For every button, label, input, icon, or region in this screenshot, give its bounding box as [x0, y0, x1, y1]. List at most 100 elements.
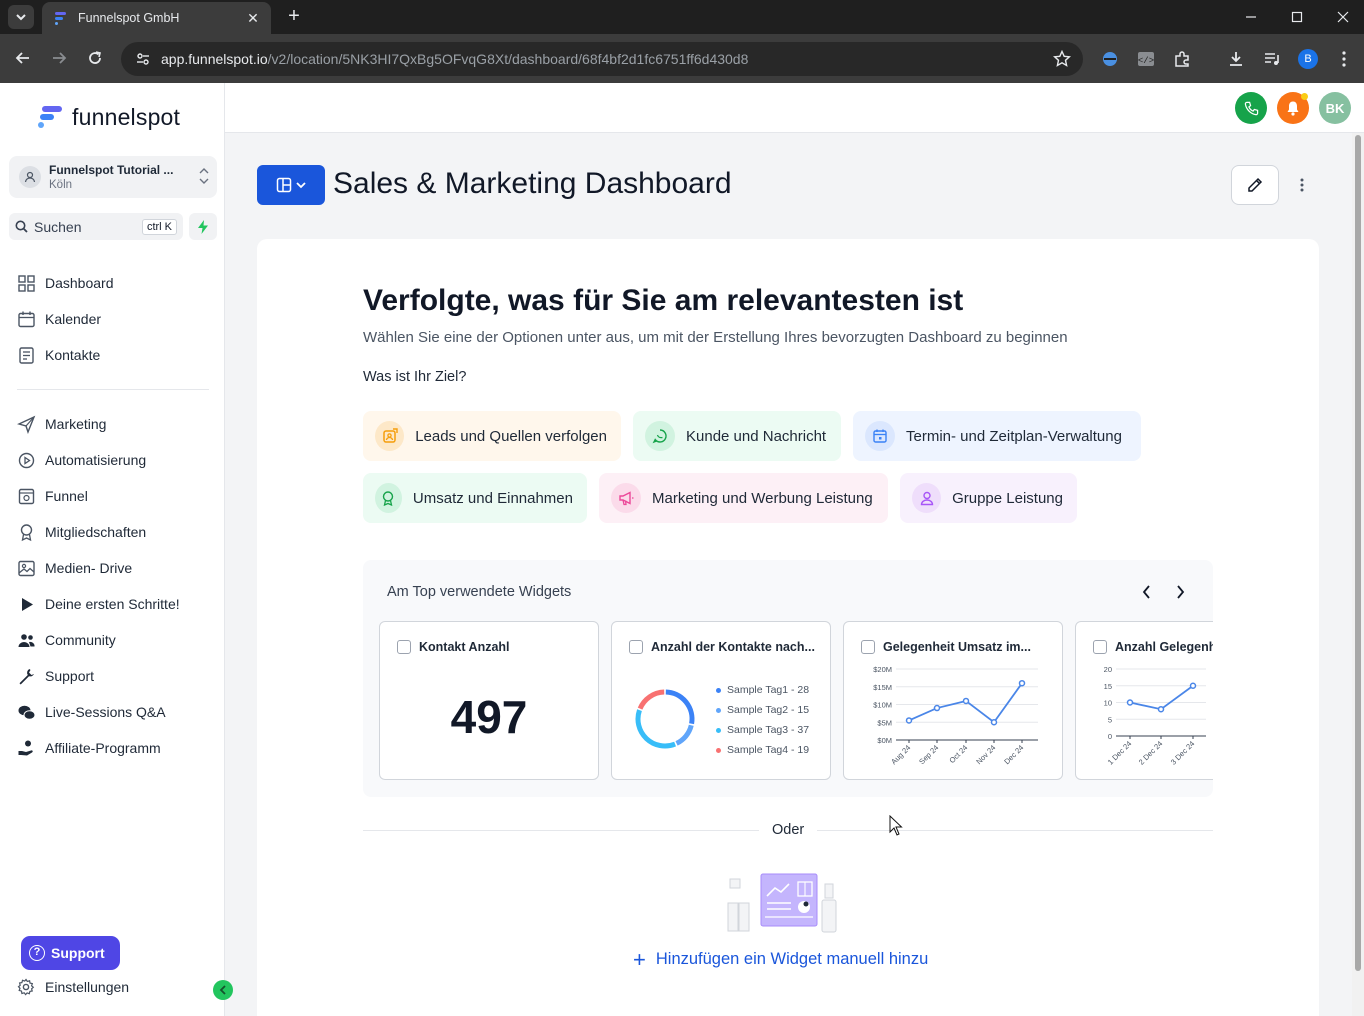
sidebar-item-dashboard[interactable]: Dashboard [16, 271, 216, 295]
widget-title: Kontakt Anzahl [419, 640, 510, 654]
option-leads-sources[interactable]: Leads und Quellen verfolgen [363, 411, 621, 461]
opportunity-line-chart: 0 5 10 15 20 1 Dec 24 2 Dec 24 3 Dec 24 [1104, 665, 1206, 767]
back-button[interactable] [11, 46, 35, 70]
browser-tabbar: Funnelspot GmbH ✕ + [0, 0, 1364, 34]
sidebar-item-automatisierung[interactable]: Automatisierung [16, 448, 216, 472]
collapse-sidebar-button[interactable] [213, 980, 233, 1000]
sidebar-item-kontakte[interactable]: Kontakte [16, 343, 216, 367]
bookmark-star-icon[interactable] [1053, 50, 1071, 68]
sidebar-item-marketing[interactable]: Marketing [16, 412, 216, 436]
widget-title: Anzahl Gelegenheiten [1115, 640, 1213, 654]
option-appointments-schedule[interactable]: Termin- und Zeitplan-Verwaltung [853, 411, 1141, 461]
funnelspot-logo[interactable]: funnelspot [36, 103, 180, 131]
option-group-performance[interactable]: Gruppe Leistung [900, 473, 1077, 523]
code-extension-icon[interactable]: </> [1136, 49, 1156, 69]
new-tab-button[interactable]: + [283, 5, 305, 27]
lead-tracking-icon [375, 421, 405, 451]
sidebar-item-support[interactable]: Support [16, 664, 216, 688]
y-tick-label: 0 [1108, 732, 1112, 741]
option-customer-message[interactable]: Kunde und Nachricht [633, 411, 841, 461]
edit-dashboard-button[interactable] [1231, 165, 1279, 205]
series-line [1129, 685, 1194, 711]
donut-slice [675, 724, 694, 746]
sidebar-item-funnel[interactable]: Funnel [16, 484, 216, 508]
widget-contacts-by-tag[interactable]: Anzahl der Kontakte nach... Sample Tag1 … [611, 621, 831, 780]
option-revenue-income[interactable]: Umsatz und Einnahmen [363, 473, 587, 523]
widget-opportunity-revenue[interactable]: Gelegenheit Umsatz im... $0M $5M $10M $15M $… [843, 621, 1063, 780]
tab-search-button[interactable] [8, 5, 34, 29]
contacts-icon [16, 345, 36, 365]
donut-slice [665, 689, 695, 725]
dashboard-switcher-button[interactable] [257, 165, 325, 205]
reload-button[interactable] [83, 46, 107, 70]
widget-checkbox[interactable] [397, 640, 411, 654]
send-icon [16, 414, 36, 434]
y-tick-label: 10 [1104, 699, 1112, 708]
widget-contact-count[interactable]: Kontakt Anzahl 497 [379, 621, 599, 780]
layout-icon [276, 177, 292, 193]
widget-title: Anzahl der Kontakte nach... [651, 640, 815, 654]
hand-coin-icon [16, 738, 36, 758]
y-tick-label: $10M [873, 701, 892, 710]
page-scrollbar[interactable] [1352, 133, 1364, 1016]
scrollbar-thumb[interactable] [1355, 135, 1361, 971]
x-tick-label: 2 Dec 24 [1137, 739, 1165, 767]
dots-vertical-icon [1300, 178, 1304, 192]
widget-illustration [727, 873, 837, 933]
data-point [1018, 679, 1026, 687]
award-icon [16, 522, 36, 542]
account-name: Funnelspot Tutorial ... [49, 163, 174, 177]
sidebar-item-medien-drive[interactable]: Medien- Drive [16, 556, 216, 580]
widget-checkbox[interactable] [629, 640, 643, 654]
address-bar[interactable]: app.funnelspot.io/v2/location/5NK3HI7QxB… [121, 42, 1083, 76]
site-settings-icon[interactable] [135, 50, 153, 68]
account-switcher[interactable]: Funnelspot Tutorial ... Köln [9, 156, 217, 198]
search-placeholder: Suchen [34, 218, 82, 235]
sidebar-item-deine-ersten-schritte[interactable]: Deine ersten Schritte! [16, 592, 216, 616]
maximize-button[interactable] [1274, 0, 1320, 34]
plus-icon: + [633, 946, 646, 972]
carousel-prev-button[interactable] [1136, 582, 1156, 602]
widget-checkbox[interactable] [1093, 640, 1107, 654]
account-city: Köln [49, 179, 73, 191]
notifications-button[interactable] [1277, 92, 1309, 124]
minimize-button[interactable] [1228, 0, 1274, 34]
sidebar-item-mitgliedschaften[interactable]: Mitgliedschaften [16, 520, 216, 544]
forward-button[interactable] [47, 46, 71, 70]
option-marketing-ads[interactable]: Marketing und Werbung Leistung [599, 473, 888, 523]
media-control-icon[interactable] [1262, 49, 1282, 69]
legend-item: Sample Tag2 - 15 [716, 704, 809, 716]
search-input[interactable]: Suchen ctrl K [9, 213, 183, 240]
dashboard-icon [16, 273, 36, 293]
legend-item: Sample Tag4 - 19 [716, 744, 809, 756]
account-icon [19, 166, 41, 188]
close-window-button[interactable] [1320, 0, 1364, 34]
y-tick-label: 5 [1108, 715, 1112, 724]
quick-actions-button[interactable] [189, 213, 217, 240]
sidebar-item-label: Marketing [45, 416, 107, 432]
user-avatar[interactable]: BK [1319, 92, 1351, 124]
tab-close-icon[interactable]: ✕ [245, 10, 261, 27]
more-options-button[interactable] [1292, 175, 1312, 195]
widget-opportunity-count[interactable]: Anzahl Gelegenheiten 0 5 10 15 20 1 Dec 242 D… [1075, 621, 1213, 780]
carousel-next-button[interactable] [1170, 582, 1190, 602]
sidebar-item-label: Deine ersten Schritte! [45, 596, 180, 612]
sidebar-item-kalender[interactable]: Kalender [16, 307, 216, 331]
browser-tab[interactable]: Funnelspot GmbH ✕ [42, 2, 271, 34]
extensions-puzzle-icon[interactable] [1172, 49, 1192, 69]
y-tick-label: $5M [877, 718, 892, 727]
support-button[interactable]: ? Support [21, 936, 120, 970]
sidebar-item-community[interactable]: Community [16, 628, 216, 652]
sidebar-item-settings[interactable]: Einstellungen [16, 975, 216, 999]
phone-button[interactable] [1235, 92, 1267, 124]
browser-menu-icon[interactable] [1334, 49, 1354, 69]
widget-checkbox[interactable] [861, 640, 875, 654]
profile-avatar[interactable]: B [1298, 49, 1318, 69]
download-icon[interactable] [1226, 49, 1246, 69]
sidebar-item-affiliate-programm[interactable]: Affiliate-Programm [16, 736, 216, 760]
goal-label: Was ist Ihr Ziel? [363, 369, 467, 385]
add-widget-manually-button[interactable]: + Hinzufügen ein Widget manuell hinzu [633, 946, 928, 972]
extension-icon[interactable] [1100, 49, 1120, 69]
legend-item: Sample Tag1 - 28 [716, 684, 809, 696]
sidebar-item-live-sessions-q-a[interactable]: Live-Sessions Q&A [16, 700, 216, 724]
